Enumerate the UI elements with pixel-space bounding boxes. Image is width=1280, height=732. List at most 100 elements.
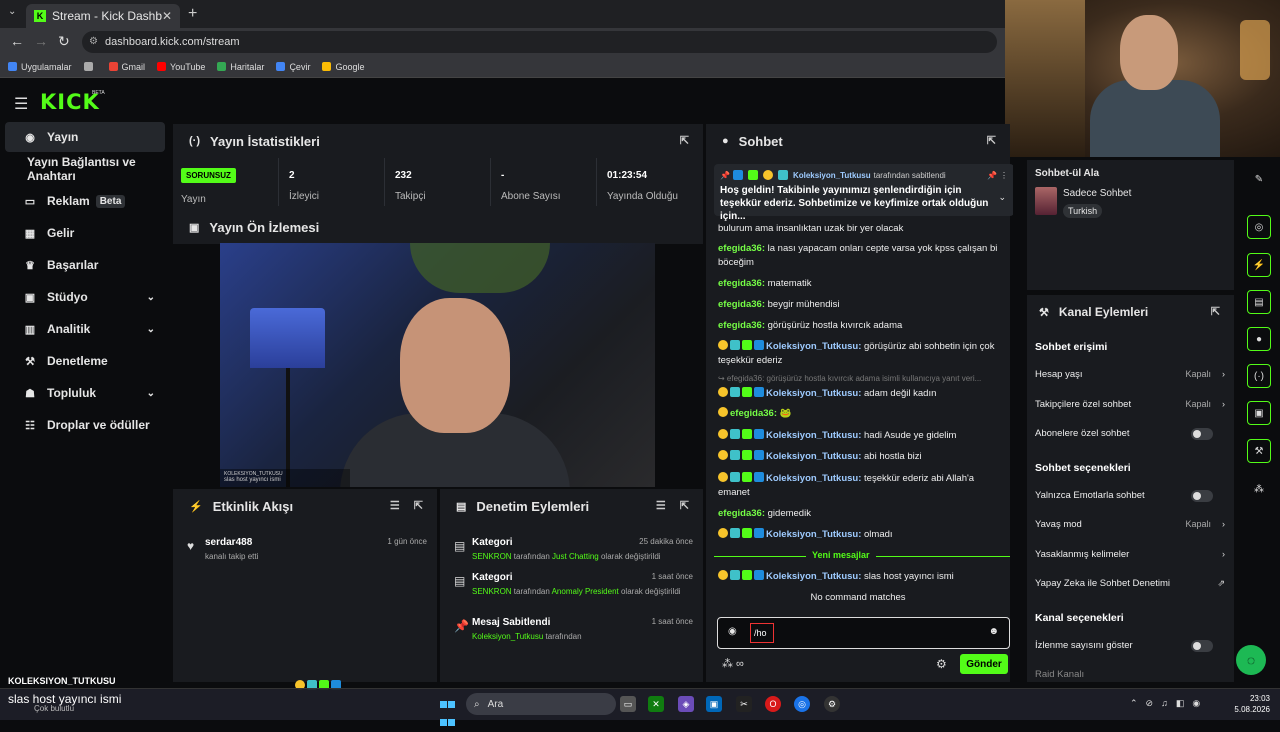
sidebar-item[interactable]: ☷ Droplar ve ödüller (5, 410, 165, 440)
bookmark-item[interactable]: Google (322, 62, 364, 72)
popout-icon[interactable]: ⇱ (987, 134, 996, 147)
new-messages-label[interactable]: Yeni mesajlar (806, 550, 876, 560)
action-row[interactable]: Yasaklanmış kelimeler › (1035, 549, 1225, 563)
address-bar[interactable]: ⚙ dashboard.kick.com/stream (82, 31, 997, 53)
clock[interactable]: 23:03 5.08.2026 (1220, 693, 1270, 715)
browser-tab[interactable]: K Stream - Kick Dashboard ✕ (26, 4, 180, 28)
bookmark-item[interactable]: Gmail (108, 62, 145, 72)
filter-icon[interactable]: ☰ (656, 499, 666, 512)
action-row[interactable]: Abonelere özel sohbet (1035, 428, 1225, 442)
chat-message[interactable]: efegida36: görüşürüz hostla kıvırcık ada… (718, 319, 1008, 333)
chat-message[interactable]: Koleksiyon_Tutkusu: hadi Asude ye gideli… (718, 429, 1008, 443)
chat-message[interactable]: Koleksiyon_Tutkusu: slas host yayıncı is… (718, 570, 1008, 584)
system-tray[interactable]: ⌃⊘♫◧◉ (1130, 698, 1208, 709)
app-icon[interactable]: ◈ (678, 696, 694, 712)
sidebar-item[interactable]: ▦ Gelir (5, 218, 165, 248)
tab-search-icon[interactable]: ⌄ (8, 6, 16, 17)
chat-message[interactable]: Koleksiyon_Tutkusu: abi hostla bizi (718, 450, 1008, 464)
windows-start-icon[interactable] (440, 696, 456, 726)
xbox-icon[interactable]: ✕ (648, 696, 664, 712)
edit-icon[interactable]: ✎ (1247, 167, 1271, 191)
more-icon[interactable]: ⋮ (1000, 171, 1008, 180)
action-row[interactable]: Yalnızca Emotlarla sohbet (1035, 489, 1225, 504)
store-icon[interactable]: ▣ (706, 696, 722, 712)
action-row[interactable]: Hesap yaşı Kapalı › (1035, 369, 1225, 383)
chat-message[interactable]: bulurum ama insanlıktan uzak bir yer ola… (718, 222, 1008, 236)
unpin-icon[interactable]: 📌 (987, 171, 997, 180)
toggle-switch[interactable] (1191, 639, 1213, 652)
opera-icon[interactable]: O (765, 696, 781, 712)
chat-message[interactable]: efegida36: matematik (718, 277, 1008, 291)
chevron-down-icon[interactable]: ⌄ (147, 324, 155, 335)
sidebar-item[interactable]: ⚒ Denetleme (5, 346, 165, 376)
sidebar-item[interactable]: ◉ Yayın (5, 122, 165, 152)
shield-icon[interactable]: ◉ (728, 626, 737, 637)
bookmark-item[interactable]: YouTube (157, 62, 205, 72)
action-row[interactable]: Yavaş mod Kapalı › (1035, 519, 1225, 533)
broadcast-icon[interactable]: (·) (1247, 364, 1271, 388)
popout-icon[interactable]: ⇱ (414, 499, 423, 512)
send-button[interactable]: Gönder (960, 654, 1008, 674)
chrome-icon[interactable]: ◎ (794, 696, 810, 712)
popout-icon[interactable]: ⇱ (680, 134, 689, 147)
category-thumbnail[interactable] (1035, 187, 1057, 215)
reload-icon[interactable]: ↻ (58, 33, 70, 50)
chat-message[interactable]: efegida36: beygir mühendisi (718, 298, 1008, 312)
video-preview[interactable]: KOLEKSIYON_TUTKUSU slas host yayıncı ism… (220, 243, 655, 487)
popout-icon[interactable]: ⇱ (680, 499, 689, 512)
sidebar-item[interactable]: ♛ Başarılar (5, 250, 165, 280)
kick-logo[interactable]: KICK (40, 90, 100, 114)
action-row[interactable]: İzlenme sayısını göster (1035, 639, 1225, 654)
clipboard-icon[interactable]: ▤ (1247, 290, 1271, 314)
sidebar-item[interactable]: ☗ Topluluk ⌄ (5, 378, 165, 408)
weather-widget[interactable]: Çok bulutlu (34, 704, 74, 713)
hammer-icon[interactable]: ⚒ (1247, 439, 1271, 463)
reply-indicator[interactable]: ↪ efegida36: görüşürüz hostla kıvırcık a… (718, 372, 1008, 386)
apps-icon[interactable]: ⁂ (1247, 477, 1271, 501)
popout-icon[interactable]: ⇱ (1211, 305, 1220, 318)
settings-icon[interactable]: ⚙ (824, 696, 840, 712)
filter-icon[interactable]: ☰ (390, 499, 400, 512)
save-icon[interactable]: ▣ (1247, 401, 1271, 425)
chevron-down-icon[interactable]: ⌄ (147, 292, 155, 303)
capcut-icon[interactable]: ✂ (736, 696, 752, 712)
bolt-icon[interactable]: ⚡ (1247, 253, 1271, 277)
bookmark-item[interactable]: Çevir (276, 62, 310, 72)
chat-message[interactable]: Koleksiyon_Tutkusu: görüşürüz abi sohbet… (718, 340, 1008, 368)
new-tab-button[interactable]: + (188, 5, 197, 23)
action-row[interactable]: Takipçilere özel sohbet Kapalı › (1035, 399, 1225, 413)
action-row[interactable]: Yapay Zeka ile Sohbet Denetimi ⇗ (1035, 578, 1225, 592)
chat-message[interactable]: Koleksiyon_Tutkusu: teşekkür ederiz abi … (718, 472, 1008, 500)
chat-message[interactable]: Koleksiyon_Tutkusu: olmadı (718, 528, 1008, 542)
gear-icon[interactable]: ⚙ (936, 657, 947, 671)
task-view-icon[interactable]: ▭ (620, 696, 636, 712)
close-tab-icon[interactable]: ✕ (162, 9, 172, 23)
site-info-icon[interactable]: ⚙ (89, 31, 98, 53)
sidebar-item[interactable]: ▥ Analitik ⌄ (5, 314, 165, 344)
bookmark-item[interactable] (83, 62, 97, 71)
sidebar-item[interactable]: ▭ Reklam Beta (5, 186, 165, 216)
chat-message[interactable]: Koleksiyon_Tutkusu: adam değil kadın (718, 387, 1008, 401)
category-name[interactable]: Sadece Sohbet (1063, 188, 1131, 199)
chat-extras-icon[interactable]: ⁂ ∞ (722, 657, 744, 670)
emoji-icon[interactable]: ☻ (988, 626, 999, 637)
bookmark-item[interactable]: Haritalar (217, 62, 264, 72)
pinned-message[interactable]: 📌 Koleksiyon_Tutkusu tarafından sabitlen… (714, 164, 1014, 222)
sidebar-item[interactable]: Yayın Bağlantısı ve Anahtarı (5, 154, 165, 184)
target-icon[interactable]: ◎ (1247, 215, 1271, 239)
toggle-switch[interactable] (1191, 489, 1213, 502)
chevron-down-icon[interactable]: ⌄ (147, 388, 155, 399)
chat-message[interactable]: efegida36: 🐸 (718, 407, 1008, 421)
chevron-down-icon[interactable]: ⌄ (998, 192, 1006, 203)
support-icon[interactable]: ◌ (1236, 645, 1266, 675)
taskbar-search[interactable]: ⌕ Ara (466, 693, 616, 715)
toggle-switch[interactable] (1191, 428, 1213, 440)
back-icon[interactable]: ← (10, 33, 24, 49)
chat-input-box[interactable]: ◉ ☻ (717, 617, 1010, 649)
chat-input[interactable] (750, 623, 774, 643)
bookmark-item[interactable]: Uygulamalar (8, 62, 72, 72)
chat-message[interactable]: efegida36: gidemedik (718, 507, 1008, 521)
chat-bubble-icon[interactable]: ● (1247, 327, 1271, 351)
sidebar-item[interactable]: ▣ Stüdyo ⌄ (5, 282, 165, 312)
menu-icon[interactable]: ☰ (14, 94, 28, 114)
